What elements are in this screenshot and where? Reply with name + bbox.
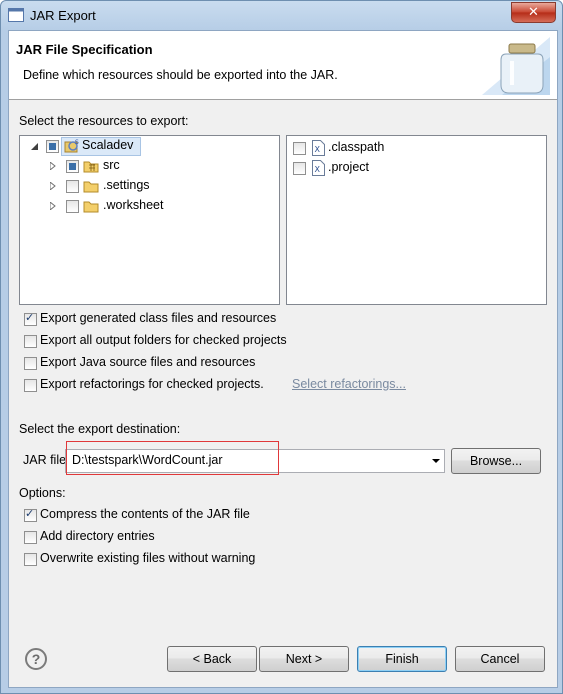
file-checkbox-classpath[interactable] — [293, 142, 306, 155]
cancel-button[interactable]: Cancel — [455, 646, 545, 672]
resource-tree[interactable]: S Scaladev src .settings .worksheet — [19, 135, 280, 305]
folder-icon — [83, 201, 99, 213]
tree-checkbox-settings[interactable] — [66, 180, 79, 193]
highlight-annotation-box — [66, 441, 279, 475]
export-java-source-label: Export Java source files and resources — [40, 355, 256, 369]
jar-file-label: JAR file: — [23, 453, 70, 467]
xml-file-icon: X — [312, 160, 325, 176]
window-title: JAR Export — [30, 8, 96, 23]
svg-text:X: X — [315, 145, 321, 154]
page-title: JAR File Specification — [16, 42, 153, 57]
tree-checkbox-scaladev[interactable] — [46, 140, 59, 153]
folder-icon — [83, 181, 99, 193]
wizard-header: JAR File Specification Define which reso… — [9, 31, 557, 100]
overwrite-checkbox[interactable] — [24, 553, 37, 566]
options-label: Options: — [19, 486, 66, 500]
select-refactorings-link[interactable]: Select refactorings... — [292, 377, 406, 391]
collapsed-triangle-icon[interactable] — [50, 182, 56, 190]
resources-label: Select the resources to export: — [19, 114, 189, 128]
page-description: Define which resources should be exporte… — [23, 68, 338, 82]
svg-text:S: S — [75, 139, 79, 146]
export-refactorings-label: Export refactorings for checked projects… — [40, 377, 264, 391]
export-refactorings-checkbox[interactable] — [24, 379, 37, 392]
tree-checkbox-worksheet[interactable] — [66, 200, 79, 213]
export-java-source-checkbox[interactable] — [24, 357, 37, 370]
export-class-files-label: Export generated class files and resourc… — [40, 311, 277, 325]
tree-label-settings: .settings — [103, 178, 150, 192]
tree-label-scaladev: Scaladev — [82, 138, 134, 152]
add-directory-entries-label: Add directory entries — [40, 529, 155, 543]
collapsed-triangle-icon[interactable] — [50, 202, 56, 210]
svg-text:X: X — [315, 165, 321, 174]
compress-checkbox[interactable] — [24, 507, 37, 522]
expanded-triangle-icon[interactable] — [31, 143, 38, 150]
tree-label-src: src — [103, 158, 120, 172]
project-icon: S — [64, 139, 79, 153]
file-item-project[interactable]: X .project — [287, 159, 542, 177]
collapsed-triangle-icon[interactable] — [50, 162, 56, 170]
file-checkbox-project[interactable] — [293, 162, 306, 175]
export-output-folders-checkbox[interactable] — [24, 335, 37, 348]
export-output-folders-label: Export all output folders for checked pr… — [40, 333, 287, 347]
resource-file-list[interactable]: X .classpath X .project — [286, 135, 547, 305]
file-label-project: .project — [328, 160, 369, 174]
next-button[interactable]: Next > — [259, 646, 349, 672]
close-button[interactable]: ✕ — [511, 2, 556, 23]
tree-item-src[interactable]: src — [20, 157, 275, 175]
compress-label: Compress the contents of the JAR file — [40, 507, 250, 521]
dialog-body: JAR File Specification Define which reso… — [8, 30, 558, 688]
jar-export-window: JAR Export ✕ JAR File Specification Defi… — [0, 0, 563, 694]
file-item-classpath[interactable]: X .classpath — [287, 139, 542, 157]
package-folder-icon — [83, 161, 99, 173]
eclipse-app-icon — [8, 8, 24, 22]
tree-item-scaladev[interactable]: S Scaladev — [20, 137, 275, 156]
overwrite-label: Overwrite existing files without warning — [40, 551, 256, 565]
file-label-classpath: .classpath — [328, 140, 385, 154]
add-directory-entries-checkbox[interactable] — [24, 531, 37, 544]
export-class-files-checkbox[interactable] — [24, 311, 37, 326]
xml-file-icon: X — [312, 140, 325, 156]
tree-label-worksheet: .worksheet — [103, 198, 164, 212]
jar-icon — [482, 37, 550, 95]
title-bar[interactable]: JAR Export ✕ — [1, 1, 562, 31]
help-icon[interactable]: ? — [25, 648, 47, 670]
browse-button[interactable]: Browse... — [451, 448, 541, 474]
tree-item-settings[interactable]: .settings — [20, 177, 275, 195]
finish-button[interactable]: Finish — [357, 646, 447, 672]
tree-item-worksheet[interactable]: .worksheet — [20, 197, 275, 215]
back-button[interactable]: < Back — [167, 646, 257, 672]
chevron-down-icon[interactable] — [432, 459, 440, 463]
tree-checkbox-src[interactable] — [66, 160, 79, 173]
destination-label: Select the export destination: — [19, 422, 181, 436]
